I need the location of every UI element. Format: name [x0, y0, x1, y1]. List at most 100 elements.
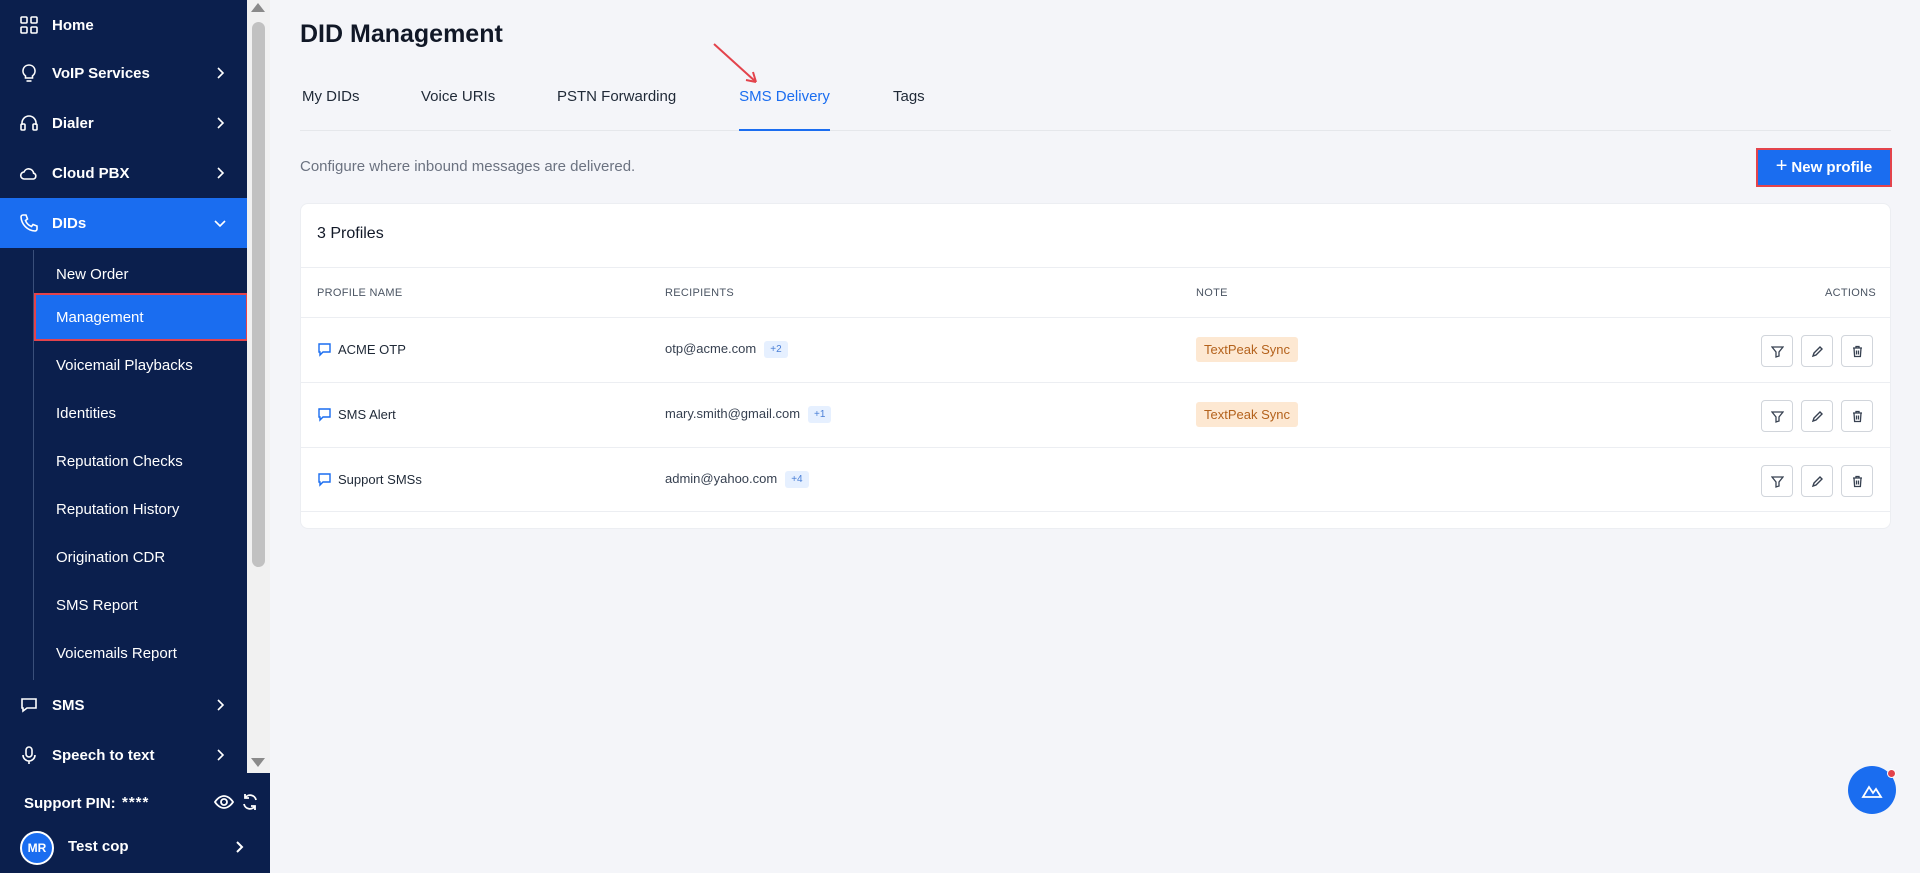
scroll-down-arrow-icon[interactable]	[251, 758, 265, 767]
support-pin-label: Support PIN:	[24, 795, 116, 812]
delete-button[interactable]	[1841, 400, 1873, 432]
column-header-profile-name: PROFILE NAME	[317, 287, 403, 299]
chevron-right-icon	[217, 167, 225, 179]
chevron-right-icon	[217, 749, 225, 761]
chevron-right-icon	[217, 699, 225, 711]
sidebar-subitem-new-order[interactable]: New Order	[34, 250, 247, 298]
sidebar-subitem-sms-report[interactable]: SMS Report	[34, 581, 247, 629]
sidebar-subitem-management[interactable]: Management	[34, 293, 247, 341]
chat-icon	[21, 698, 37, 713]
recipient-email: otp@acme.com	[665, 341, 757, 356]
profiles-card: 3 Profiles PROFILE NAME RECIPIENTS NOTE …	[300, 203, 1891, 529]
chevron-right-icon[interactable]	[232, 840, 246, 854]
sidebar-item-cloud-pbx[interactable]: Cloud PBX	[0, 148, 247, 198]
note-badge: TextPeak Sync	[1196, 402, 1298, 427]
sidebar-item-sms[interactable]: SMS	[0, 680, 247, 730]
note-badge: TextPeak Sync	[1196, 337, 1298, 362]
tab-my-dids[interactable]: My DIDs	[302, 85, 360, 131]
sidebar-subitem-voicemail-playbacks[interactable]: Voicemail Playbacks	[34, 341, 247, 389]
edit-button[interactable]	[1801, 400, 1833, 432]
recipients-cell: admin@yahoo.com +4	[665, 471, 809, 489]
user-name[interactable]: Test cop	[68, 838, 129, 855]
sidebar-item-label: SMS	[52, 696, 85, 714]
message-icon	[318, 343, 331, 357]
edit-button[interactable]	[1801, 465, 1833, 497]
tab-pstn-forwarding[interactable]: PSTN Forwarding	[557, 85, 676, 131]
sidebar-item-home[interactable]: Home	[0, 0, 247, 50]
pencil-icon	[1811, 345, 1823, 357]
extra-recipients-badge[interactable]: +2	[764, 341, 788, 359]
delete-button[interactable]	[1841, 335, 1873, 367]
trash-icon	[1852, 475, 1862, 487]
grid-icon	[20, 16, 38, 34]
sidebar-subitem-voicemails-report[interactable]: Voicemails Report	[34, 629, 247, 677]
subitem-label: Reputation History	[56, 500, 180, 518]
chevron-right-icon	[217, 67, 225, 79]
column-header-actions: ACTIONS	[1825, 287, 1876, 299]
sidebar-item-label: Dialer	[52, 114, 94, 132]
table-row: SMS Alert mary.smith@gmail.com +1 TextPea…	[301, 382, 1890, 447]
profiles-count: 3 Profiles	[317, 225, 384, 242]
sidebar-subitem-origination-cdr[interactable]: Origination CDR	[34, 533, 247, 581]
sidebar-subitem-identities[interactable]: Identities	[34, 389, 247, 437]
table-row: Support SMSs admin@yahoo.com +4	[301, 447, 1890, 512]
tab-voice-uris[interactable]: Voice URIs	[421, 85, 495, 131]
sidebar: Home VoIP Services Dialer Cloud PBX DIDs…	[0, 0, 270, 873]
avatar[interactable]: MR	[20, 831, 54, 865]
trash-icon	[1852, 345, 1862, 357]
edit-button[interactable]	[1801, 335, 1833, 367]
sidebar-subitem-reputation-checks[interactable]: Reputation Checks	[34, 437, 247, 485]
message-icon	[318, 473, 331, 487]
profile-name[interactable]: SMS Alert	[338, 407, 396, 422]
tab-sms-delivery[interactable]: SMS Delivery	[739, 85, 830, 131]
filter-button[interactable]	[1761, 335, 1793, 367]
recipients-cell: otp@acme.com +2	[665, 341, 788, 359]
tab-tags[interactable]: Tags	[893, 85, 925, 131]
profile-name[interactable]: ACME OTP	[338, 342, 406, 357]
sidebar-item-speech-to-text[interactable]: Speech to text	[0, 730, 247, 773]
pencil-icon	[1811, 410, 1823, 422]
filter-button[interactable]	[1761, 400, 1793, 432]
sidebar-footer: Support PIN: **** MR Test cop	[0, 773, 270, 873]
chevron-down-icon	[214, 220, 226, 228]
subitem-label: SMS Report	[56, 596, 138, 614]
tab-bar: My DIDs Voice URIs PSTN Forwarding SMS D…	[300, 85, 1891, 131]
subitem-label: Management	[56, 308, 144, 326]
subitem-label: Reputation Checks	[56, 452, 183, 470]
notification-dot	[1887, 769, 1896, 778]
sidebar-subitem-reputation-history[interactable]: Reputation History	[34, 485, 247, 533]
annotation-arrow-icon	[713, 43, 757, 83]
message-icon	[318, 408, 331, 422]
page-title: DID Management	[300, 20, 503, 48]
new-profile-label: New profile	[1791, 159, 1873, 176]
sidebar-nav: Home VoIP Services Dialer Cloud PBX DIDs…	[0, 0, 247, 773]
sidebar-item-label: Home	[52, 16, 94, 34]
sidebar-scroll-thumb[interactable]	[252, 22, 265, 567]
filter-button[interactable]	[1761, 465, 1793, 497]
refresh-icon[interactable]	[241, 793, 259, 811]
new-profile-button[interactable]: + New profile	[1756, 148, 1892, 187]
eye-icon[interactable]	[214, 793, 234, 811]
profile-name[interactable]: Support SMSs	[338, 472, 422, 487]
column-header-note: NOTE	[1196, 287, 1228, 299]
sidebar-item-dialer[interactable]: Dialer	[0, 98, 247, 148]
sidebar-item-label: DIDs	[52, 214, 87, 232]
sidebar-item-dids[interactable]: DIDs	[0, 198, 247, 248]
extra-recipients-badge[interactable]: +1	[808, 406, 832, 424]
trash-icon	[1852, 410, 1862, 422]
filter-icon	[1770, 410, 1784, 423]
scroll-up-arrow-icon[interactable]	[251, 3, 265, 12]
phone-icon	[20, 214, 38, 232]
subitem-label: New Order	[56, 265, 129, 283]
support-pin-value: ****	[122, 794, 150, 811]
extra-recipients-badge[interactable]: +4	[785, 471, 809, 489]
sidebar-item-voip-services[interactable]: VoIP Services	[0, 48, 247, 98]
recipient-email: mary.smith@gmail.com	[665, 406, 801, 421]
card-header: 3 Profiles	[301, 204, 1890, 268]
filter-icon	[1770, 345, 1784, 358]
headset-icon	[20, 115, 38, 131]
delete-button[interactable]	[1841, 465, 1873, 497]
subitem-label: Voicemail Playbacks	[56, 356, 193, 374]
bulb-icon	[22, 64, 36, 82]
subitem-label: Identities	[56, 404, 117, 422]
